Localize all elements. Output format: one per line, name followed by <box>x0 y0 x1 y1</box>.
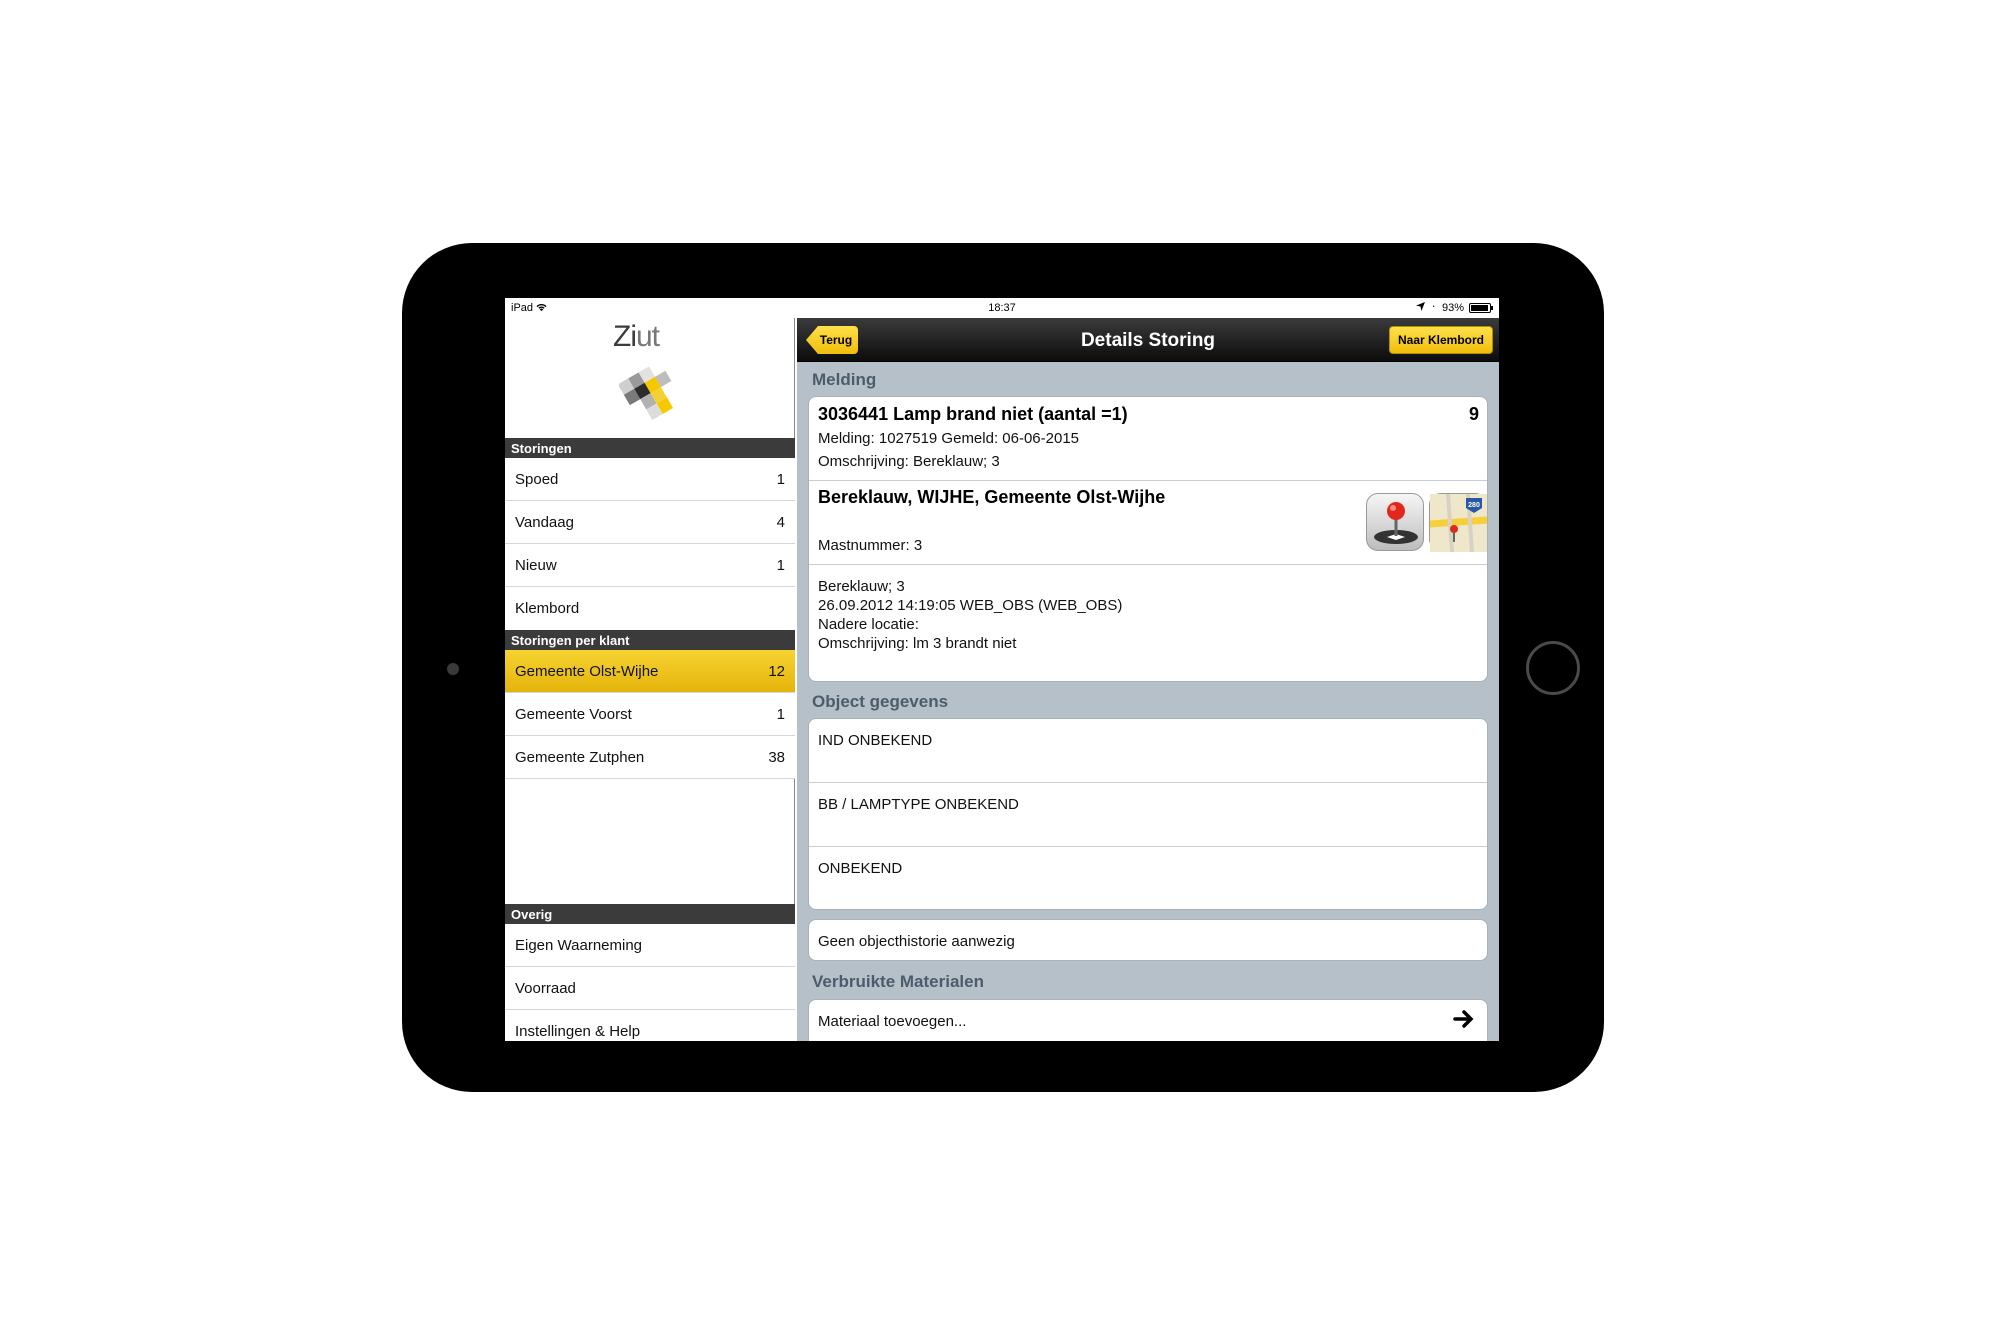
navigation-bar: Terug Details Storing Naar Klembord <box>797 318 1499 362</box>
sidebar-item-olst-wijhe[interactable]: Gemeente Olst-Wijhe 12 <box>505 650 795 693</box>
detail-line-1: Bereklauw; 3 <box>818 578 905 595</box>
history-card[interactable]: Geen objecthistorie aanwezig <box>808 919 1488 961</box>
sidebar-item-zutphen[interactable]: Gemeente Zutphen 38 <box>505 736 795 779</box>
melding-line2: Omschrijving: Bereklauw; 3 <box>818 453 1000 470</box>
status-right: ᛫ 93% <box>1416 302 1493 314</box>
sidebar-item-eigen-waarneming[interactable]: Eigen Waarneming <box>505 924 795 967</box>
melding-title: 3036441 Lamp brand niet (aantal =1) <box>818 404 1128 424</box>
count-badge: 1 <box>776 705 785 723</box>
status-bar: iPad 18:37 ᛫ 93% <box>505 298 1499 318</box>
logo-mark-icon <box>617 364 689 435</box>
count-badge: 38 <box>768 748 785 766</box>
melding-details-cell: Bereklauw; 3 26.09.2012 14:19:05 WEB_OBS… <box>809 565 1487 681</box>
object-row[interactable]: ONBEKEND <box>809 847 1487 909</box>
sidebar-item-nieuw[interactable]: Nieuw 1 <box>505 544 795 587</box>
sidebar-item-voorraad[interactable]: Voorraad <box>505 967 795 1010</box>
location-title: Bereklauw, WIJHE, Gemeente Olst-Wijhe <box>818 487 1166 507</box>
battery-icon <box>1469 303 1493 313</box>
sidebar-item-klembord[interactable]: Klembord <box>505 587 795 630</box>
count-badge: 12 <box>768 662 785 680</box>
melding-line1: Melding: 1027519 Gemeld: 06-06-2015 <box>818 430 1080 447</box>
melding-header-cell[interactable]: 3036441 Lamp brand niet (aantal =1) 9 Me… <box>809 397 1487 481</box>
section-label-materialen: Verbruikte Materialen <box>812 972 984 991</box>
section-header-per-klant: Storingen per klant <box>505 630 795 650</box>
battery-percent: 93% <box>1441 302 1464 314</box>
naar-klembord-button[interactable]: Naar Klembord <box>1389 326 1493 354</box>
history-text: Geen objecthistorie aanwezig <box>818 933 1015 950</box>
screen: iPad 18:37 ᛫ 93% Ziut Storingen Spoed 1 … <box>505 298 1499 1041</box>
count-badge: 1 <box>776 470 785 488</box>
logo-wordmark: Ziut <box>613 320 660 353</box>
add-material-row[interactable]: Materiaal toevoegen... <box>808 999 1488 1041</box>
svg-text:280: 280 <box>1468 502 1480 509</box>
joystick-pin-icon[interactable] <box>1366 493 1424 551</box>
object-row[interactable]: BB / LAMPTYPE ONBEKEND <box>809 783 1487 847</box>
sidebar-item-voorst[interactable]: Gemeente Voorst 1 <box>505 693 795 736</box>
camera <box>447 663 459 675</box>
sidebar-item-instellingen-help[interactable]: Instellingen & Help <box>505 1010 795 1041</box>
sidebar-item-vandaag[interactable]: Vandaag 4 <box>505 501 795 544</box>
melding-card: 3036441 Lamp brand niet (aantal =1) 9 Me… <box>808 396 1488 682</box>
maps-icon[interactable]: 280 <box>1429 493 1487 553</box>
sidebar-item-spoed[interactable]: Spoed 1 <box>505 458 795 501</box>
detail-line-4: Omschrijving: lm 3 brandt niet <box>818 635 1017 652</box>
status-time: 18:37 <box>988 302 1016 314</box>
bluetooth-icon: ᛫ <box>1430 302 1437 314</box>
add-material-label: Materiaal toevoegen... <box>818 1013 967 1030</box>
object-row[interactable]: IND ONBEKEND <box>809 719 1487 783</box>
ziut-logo: Ziut <box>505 318 795 436</box>
home-button[interactable] <box>1526 641 1580 695</box>
arrow-right-icon <box>1453 1008 1475 1036</box>
location-cell: Bereklauw, WIJHE, Gemeente Olst-Wijhe Ma… <box>809 481 1487 565</box>
master-pane: Ziut Storingen Spoed 1 Vandaag 4 Nieuw 1… <box>505 318 795 1041</box>
detail-line-3: Nadere locatie: <box>818 616 919 633</box>
count-badge: 4 <box>776 513 785 531</box>
section-label-object: Object gegevens <box>812 692 949 711</box>
location-arrow-icon <box>1416 302 1426 314</box>
detail-pane: Terug Details Storing Naar Klembord Meld… <box>797 318 1499 1041</box>
detail-line-2: 26.09.2012 14:19:05 WEB_OBS (WEB_OBS) <box>818 597 1123 614</box>
mastnummer: Mastnummer: 3 <box>818 537 923 554</box>
melding-count: 9 <box>1468 404 1479 424</box>
count-badge: 1 <box>776 556 785 574</box>
section-label-melding: Melding <box>812 370 877 389</box>
section-header-storingen: Storingen <box>505 438 795 458</box>
object-card: IND ONBEKEND BB / LAMPTYPE ONBEKEND ONBE… <box>808 718 1488 910</box>
section-header-overig: Overig <box>505 904 795 924</box>
